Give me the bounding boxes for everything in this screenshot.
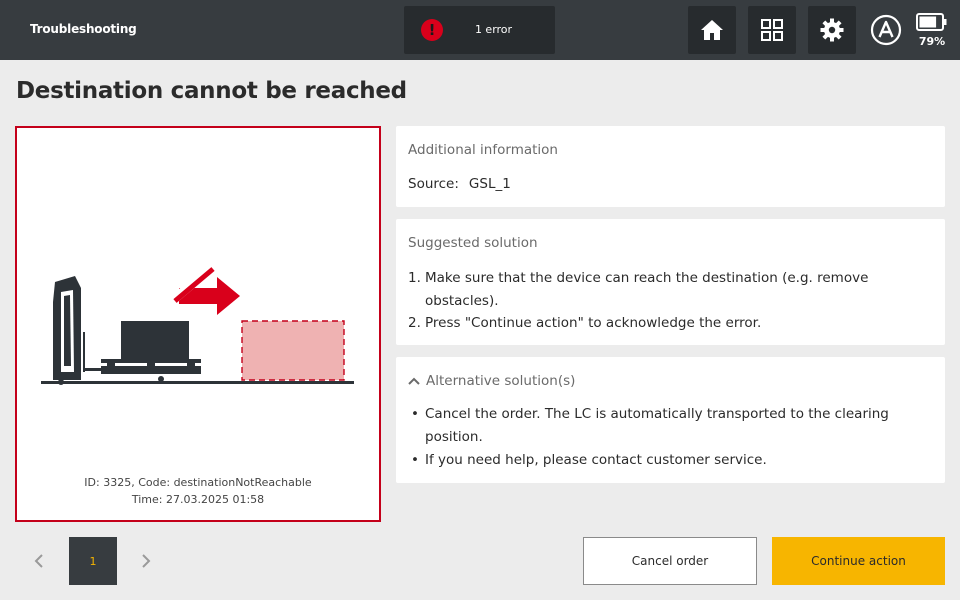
alternative-solution-title: Alternative solution(s) — [426, 373, 576, 389]
screen-title: Troubleshooting — [30, 22, 137, 36]
source-label: Source: — [408, 176, 459, 192]
source-line: Source: GSL_1 — [408, 176, 511, 192]
settings-button[interactable] — [808, 6, 856, 54]
list-item: • Cancel the order. The LC is automatical… — [411, 406, 889, 445]
list-item: 1. Make sure that the device can reach th… — [408, 267, 928, 312]
error-id-code: ID: 3325, Code: destinationNotReachable — [84, 476, 312, 489]
suggested-solution-title: Suggested solution — [408, 235, 538, 251]
alternative-solution-card: Alternative solution(s) • Cancel the orde… — [396, 357, 945, 483]
additional-information-card: Additional information Source: GSL_1 — [396, 126, 945, 207]
additional-information-title: Additional information — [408, 142, 558, 158]
error-count-label: 1 error — [474, 23, 513, 36]
previous-page-button[interactable] — [29, 548, 49, 574]
page-title: Destination cannot be reached — [16, 78, 407, 104]
chevron-up-icon — [408, 377, 420, 385]
source-value: GSL_1 — [468, 176, 511, 192]
chevron-right-icon — [142, 554, 151, 568]
alternative-solution-toggle[interactable]: Alternative solution(s) — [408, 373, 575, 389]
battery-icon — [916, 13, 947, 31]
list-item: • If you need help, please contact custom… — [411, 452, 767, 468]
page-number-current[interactable]: 1 — [69, 537, 117, 585]
alternative-item-text: Cancel the order. The LC is automaticall… — [425, 406, 889, 445]
error-time: Time: 27.03.2025 01:58 — [131, 493, 265, 506]
battery-percent: 79% — [918, 35, 946, 48]
gear-icon — [820, 18, 844, 42]
top-bar: Troubleshooting ! 1 error 79% — [0, 0, 960, 60]
step-text: Make sure that the device can reach the … — [425, 270, 869, 309]
automatic-mode-icon — [870, 14, 902, 46]
cancel-order-button[interactable]: Cancel order — [583, 537, 757, 585]
step-number: 1. — [408, 270, 421, 286]
alternative-solution-list: • Cancel the order. The LC is automatical… — [408, 403, 928, 472]
error-indicator-button[interactable]: ! 1 error — [404, 6, 555, 54]
chevron-left-icon — [34, 554, 43, 568]
grid-icon — [761, 19, 783, 41]
continue-action-button[interactable]: Continue action — [772, 537, 945, 585]
step-number: 2. — [408, 315, 421, 331]
step-text: Press "Continue action" to acknowledge t… — [425, 315, 762, 331]
battery-status: 79% — [916, 12, 948, 52]
home-icon — [701, 20, 723, 40]
alternative-item-text: If you need help, please contact custome… — [425, 452, 767, 468]
next-page-button[interactable] — [136, 548, 156, 574]
suggested-solution-card: Suggested solution 1. Make sure that the … — [396, 219, 945, 345]
suggested-steps-list: 1. Make sure that the device can reach th… — [408, 267, 928, 335]
error-illustration-panel: ID: 3325, Code: destinationNotReachable … — [15, 126, 381, 522]
apps-button[interactable] — [748, 6, 796, 54]
vehicle-blocked-illustration — [41, 264, 354, 385]
list-item: 2. Press "Continue action" to acknowledge… — [408, 312, 928, 335]
home-button[interactable] — [688, 6, 736, 54]
